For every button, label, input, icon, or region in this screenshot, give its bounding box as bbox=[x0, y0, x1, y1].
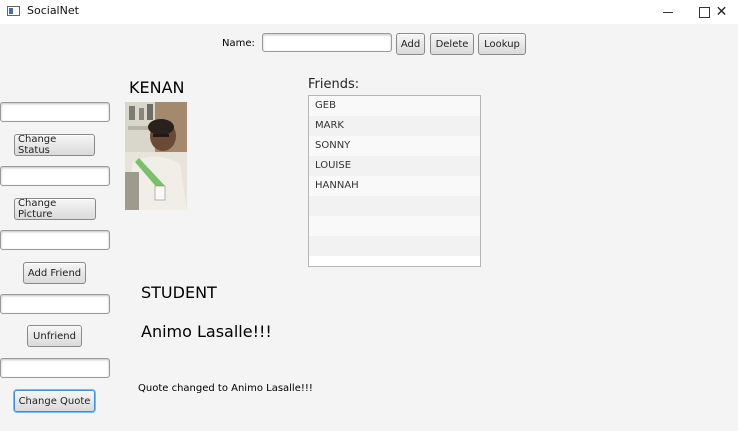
friend-item[interactable]: MARK bbox=[309, 116, 480, 136]
change-picture-button[interactable]: Change Picture bbox=[14, 198, 96, 220]
empty-list-row bbox=[309, 236, 480, 256]
name-label: Name: bbox=[222, 38, 255, 49]
close-icon: ✕ bbox=[715, 4, 728, 20]
friend-item[interactable]: LOUISE bbox=[309, 156, 480, 176]
change-status-button[interactable]: Change Status bbox=[14, 134, 95, 156]
add-button[interactable]: Add bbox=[396, 33, 425, 55]
unfriend-button[interactable]: Unfriend bbox=[27, 325, 82, 347]
status-input[interactable] bbox=[0, 102, 110, 122]
delete-button[interactable]: Delete bbox=[430, 33, 474, 55]
picture-input[interactable] bbox=[0, 166, 110, 186]
change-quote-button[interactable]: Change Quote bbox=[14, 390, 95, 412]
friends-heading: Friends: bbox=[308, 77, 360, 92]
app-icon bbox=[7, 6, 20, 16]
window-title: SocialNet bbox=[27, 4, 79, 17]
profile-photo-image bbox=[125, 102, 187, 210]
profile-picture bbox=[125, 102, 187, 210]
minimize-icon bbox=[663, 11, 673, 13]
friend-item[interactable]: GEB bbox=[309, 96, 480, 116]
add-friend-button[interactable]: Add Friend bbox=[23, 262, 86, 284]
lookup-button[interactable]: Lookup bbox=[478, 33, 526, 55]
empty-list-row bbox=[309, 196, 480, 216]
friend-input[interactable] bbox=[0, 230, 110, 250]
friend-item[interactable]: HANNAH bbox=[309, 176, 480, 196]
minimize-button[interactable] bbox=[650, 0, 686, 24]
quote-text: Animo Lasalle!!! bbox=[141, 322, 272, 341]
friend-item[interactable]: SONNY bbox=[309, 136, 480, 156]
profile-name: KENAN bbox=[129, 78, 185, 97]
status-text: STUDENT bbox=[141, 283, 217, 302]
friends-list[interactable]: GEB MARK SONNY LOUISE HANNAH bbox=[308, 95, 481, 267]
unfriend-input[interactable] bbox=[0, 294, 110, 314]
quote-input[interactable] bbox=[0, 358, 110, 378]
close-button[interactable]: ✕ bbox=[705, 0, 738, 24]
title-bar: SocialNet ✕ bbox=[0, 0, 738, 24]
status-message: Quote changed to Animo Lasalle!!! bbox=[138, 383, 313, 394]
name-input[interactable] bbox=[262, 33, 392, 52]
empty-list-row bbox=[309, 216, 480, 236]
